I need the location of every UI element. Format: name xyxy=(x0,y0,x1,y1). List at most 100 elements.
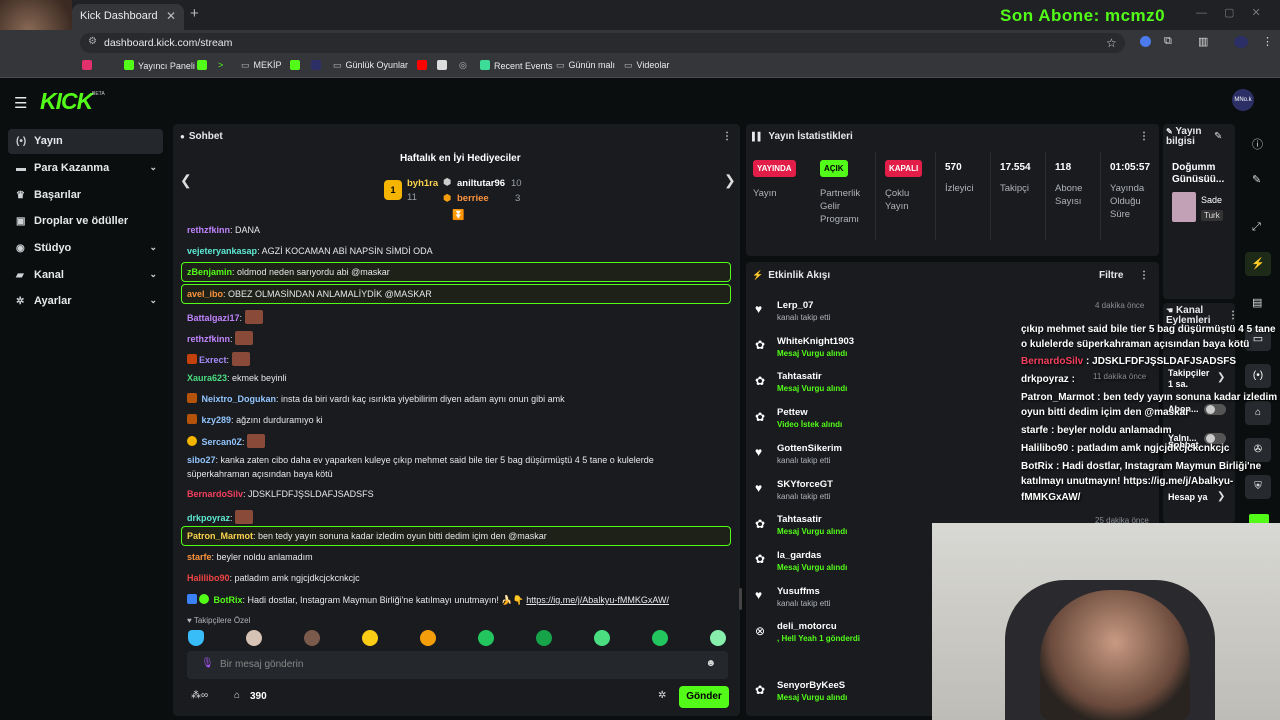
browser-menu-icon[interactable]: ⋮ xyxy=(1262,35,1273,48)
activity-item[interactable]: SenyorByKeeS Mesaj Vurgu alındı xyxy=(777,680,847,702)
pencil-icon[interactable]: ✎ xyxy=(1252,173,1261,186)
category-thumbnail[interactable] xyxy=(1172,192,1196,222)
extensions-puzzle-icon[interactable]: ⧉ xyxy=(1164,35,1172,48)
emote[interactable] xyxy=(652,630,668,646)
activity-item[interactable]: GottenSikerim kanalı takip etti xyxy=(777,443,842,465)
sidepanel-icon[interactable]: ▥ xyxy=(1198,35,1208,48)
new-tab-button[interactable]: + xyxy=(190,5,199,22)
send-button[interactable]: Gönder xyxy=(679,686,729,708)
sidebar-item-yayin[interactable]: (•) Yayın xyxy=(8,129,163,154)
bookmark-icon-4[interactable] xyxy=(311,60,325,71)
filter-button[interactable]: Filtre xyxy=(1099,270,1123,281)
activity-item[interactable]: Pettew Video İstek alındı xyxy=(777,407,842,429)
activity-item[interactable]: Tahtasatir Mesaj Vurgu alındı xyxy=(777,514,847,536)
emote[interactable] xyxy=(710,630,726,646)
bookmark-image-icon[interactable] xyxy=(437,60,451,71)
expand-icon[interactable]: ⤢ xyxy=(1252,221,1261,234)
gifter-3-name[interactable]: berriee xyxy=(457,193,489,204)
emote-heart[interactable] xyxy=(188,630,204,646)
divider xyxy=(1045,152,1046,240)
store-icon[interactable]: ⌂ xyxy=(234,690,240,701)
tab-close-icon[interactable]: ✕ xyxy=(166,9,176,23)
emote[interactable] xyxy=(304,630,320,646)
overlay-line: Halilibo90 : patladım amk ngjcjdkcjckcnk… xyxy=(1021,443,1230,454)
emote[interactable] xyxy=(420,630,436,646)
bookmark-star-icon[interactable]: ☆ xyxy=(1106,36,1117,50)
sidebar-item-droplar[interactable]: ▣ Droplar ve ödüller xyxy=(8,209,163,234)
extension-icon[interactable] xyxy=(1140,36,1151,47)
activity-item[interactable]: Tahtasatir Mesaj Vurgu alındı xyxy=(777,371,847,393)
bookmark-yayinci-paneli[interactable]: Yayıncı Paneli xyxy=(124,60,195,71)
chat-message-input[interactable]: 🎙 Bir mesaj gönderin ☻ xyxy=(187,651,728,679)
gifter-1-name[interactable]: byh1ra xyxy=(407,178,438,189)
bookmark-gunun-mali[interactable]: ▭ Günün malı xyxy=(556,60,615,71)
chevron-right-icon[interactable]: ❯ xyxy=(724,172,736,189)
bookmark-icon-3[interactable] xyxy=(290,60,304,71)
sidebar-item-para-kazanma[interactable]: ▬ Para Kazanma ⌄ xyxy=(8,156,163,181)
bookmark-youtube-icon[interactable] xyxy=(417,60,431,71)
bookmark-icon-2[interactable]: > xyxy=(218,60,223,70)
sidebar-item-studyo[interactable]: ◉ Stüdyo ⌄ xyxy=(8,236,163,261)
user-avatar[interactable]: MNo.k xyxy=(1232,89,1254,111)
chevron-left-icon[interactable]: ❮ xyxy=(180,172,192,189)
broadcast-icon[interactable]: (•) xyxy=(1245,364,1271,388)
wrench-icon[interactable]: ✇ xyxy=(1245,438,1271,462)
activity-item[interactable]: Lerp_07 kanalı takip etti xyxy=(777,300,830,322)
info-icon[interactable]: ⓘ xyxy=(1252,136,1263,152)
microphone-icon[interactable]: 🎙 xyxy=(201,658,214,669)
actions-menu-icon[interactable]: ⋮ xyxy=(1228,310,1238,321)
emote[interactable] xyxy=(594,630,610,646)
action-followers[interactable]: Takipçiler 1 sa. xyxy=(1168,368,1209,390)
emote[interactable] xyxy=(246,630,262,646)
browser-tab[interactable]: Kick Dashboard ✕ xyxy=(72,4,184,30)
chat-message: BernardoSilv: JDSKLFDFJŞSLDAFJSADSFS xyxy=(187,489,374,499)
bookmark-globe-icon[interactable]: ◎ xyxy=(459,60,467,71)
subscribers-label: Abone Sayısı xyxy=(1055,183,1083,207)
chevron-right-icon[interactable]: ❯ xyxy=(1217,372,1225,383)
bookmark-instagram-icon[interactable] xyxy=(82,60,96,71)
url-bar[interactable]: ⚙ dashboard.kick.com/stream xyxy=(80,33,1125,53)
infinity-points-icon[interactable]: ⁂∞ xyxy=(191,690,208,701)
stats-menu-icon[interactable]: ⋮ xyxy=(1139,131,1149,142)
emote[interactable] xyxy=(478,630,494,646)
emote[interactable] xyxy=(536,630,552,646)
bookmark-videolar[interactable]: ▭ Videolar xyxy=(624,60,669,71)
chat-scrollbar[interactable] xyxy=(739,588,742,610)
chat-menu-icon[interactable]: ⋮ xyxy=(722,131,732,142)
sidebar-item-ayarlar[interactable]: ✲ Ayarlar ⌄ xyxy=(8,289,163,314)
edit-icon[interactable]: ✎ xyxy=(1214,131,1222,142)
store-icon[interactable]: ⌂ xyxy=(1245,401,1271,425)
toggle-subscribers[interactable] xyxy=(1204,404,1226,415)
bookmark-recent-events[interactable]: Recent Events xyxy=(480,60,553,71)
emoji-icon[interactable]: ☻ xyxy=(705,658,716,669)
window-controls[interactable]: — ▢ ✕ xyxy=(1196,6,1261,19)
scroll-down-icon[interactable]: ⏬ xyxy=(452,210,464,221)
bookmark-gunluk-oyunlar[interactable]: ▭ Günlük Oyunlar xyxy=(333,60,408,71)
activity-item[interactable]: SKYforceGT kanalı takip etti xyxy=(777,479,833,501)
profile-icon[interactable] xyxy=(1234,36,1248,48)
lightning-icon[interactable]: ⚡ xyxy=(1245,252,1271,276)
chat-link[interactable]: https://ig.me/j/Abalkyu-fMMKGxAW/ xyxy=(526,595,669,605)
activity-title: ⚡ Etkinlik Akışı xyxy=(752,270,831,281)
sidebar-item-basarilar[interactable]: ♛ Başarılar xyxy=(8,183,163,208)
shield-icon[interactable]: ⛨ xyxy=(1245,475,1271,499)
bookmark-icon-1[interactable] xyxy=(197,60,211,71)
activity-item[interactable]: WhiteKnight1903 Mesaj Vurgu alındı xyxy=(777,336,854,358)
sidebar-item-kanal[interactable]: ▰ Kanal ⌄ xyxy=(8,263,163,288)
kick-logo[interactable]: KICK xyxy=(40,88,93,115)
document-icon[interactable]: ▤ xyxy=(1252,296,1262,309)
chat-settings-icon[interactable]: ✲ xyxy=(658,690,666,701)
bookmark-mekip[interactable]: ▭ MEKİP xyxy=(241,60,282,71)
activity-menu-icon[interactable]: ⋮ xyxy=(1139,270,1149,281)
activity-item[interactable]: la_gardas Mesaj Vurgu alındı xyxy=(777,550,847,572)
broadcast-icon: (•) xyxy=(16,136,27,147)
emote[interactable] xyxy=(362,630,378,646)
chevron-right-icon[interactable]: ❯ xyxy=(1217,491,1225,502)
action-account[interactable]: Hesap ya xyxy=(1168,492,1208,502)
gifter-2-name[interactable]: aniltutar96 xyxy=(457,178,505,189)
activity-item[interactable]: Yusuffms kanalı takip etti xyxy=(777,586,830,608)
follower-emotes-label: ♥ Takipçilere Özel xyxy=(187,616,251,625)
activity-item[interactable]: deli_motorcu, Hell Yeah 1 gönderdi xyxy=(777,621,860,643)
category-name[interactable]: Sade xyxy=(1201,195,1222,205)
menu-icon[interactable]: ☰ xyxy=(14,94,27,112)
